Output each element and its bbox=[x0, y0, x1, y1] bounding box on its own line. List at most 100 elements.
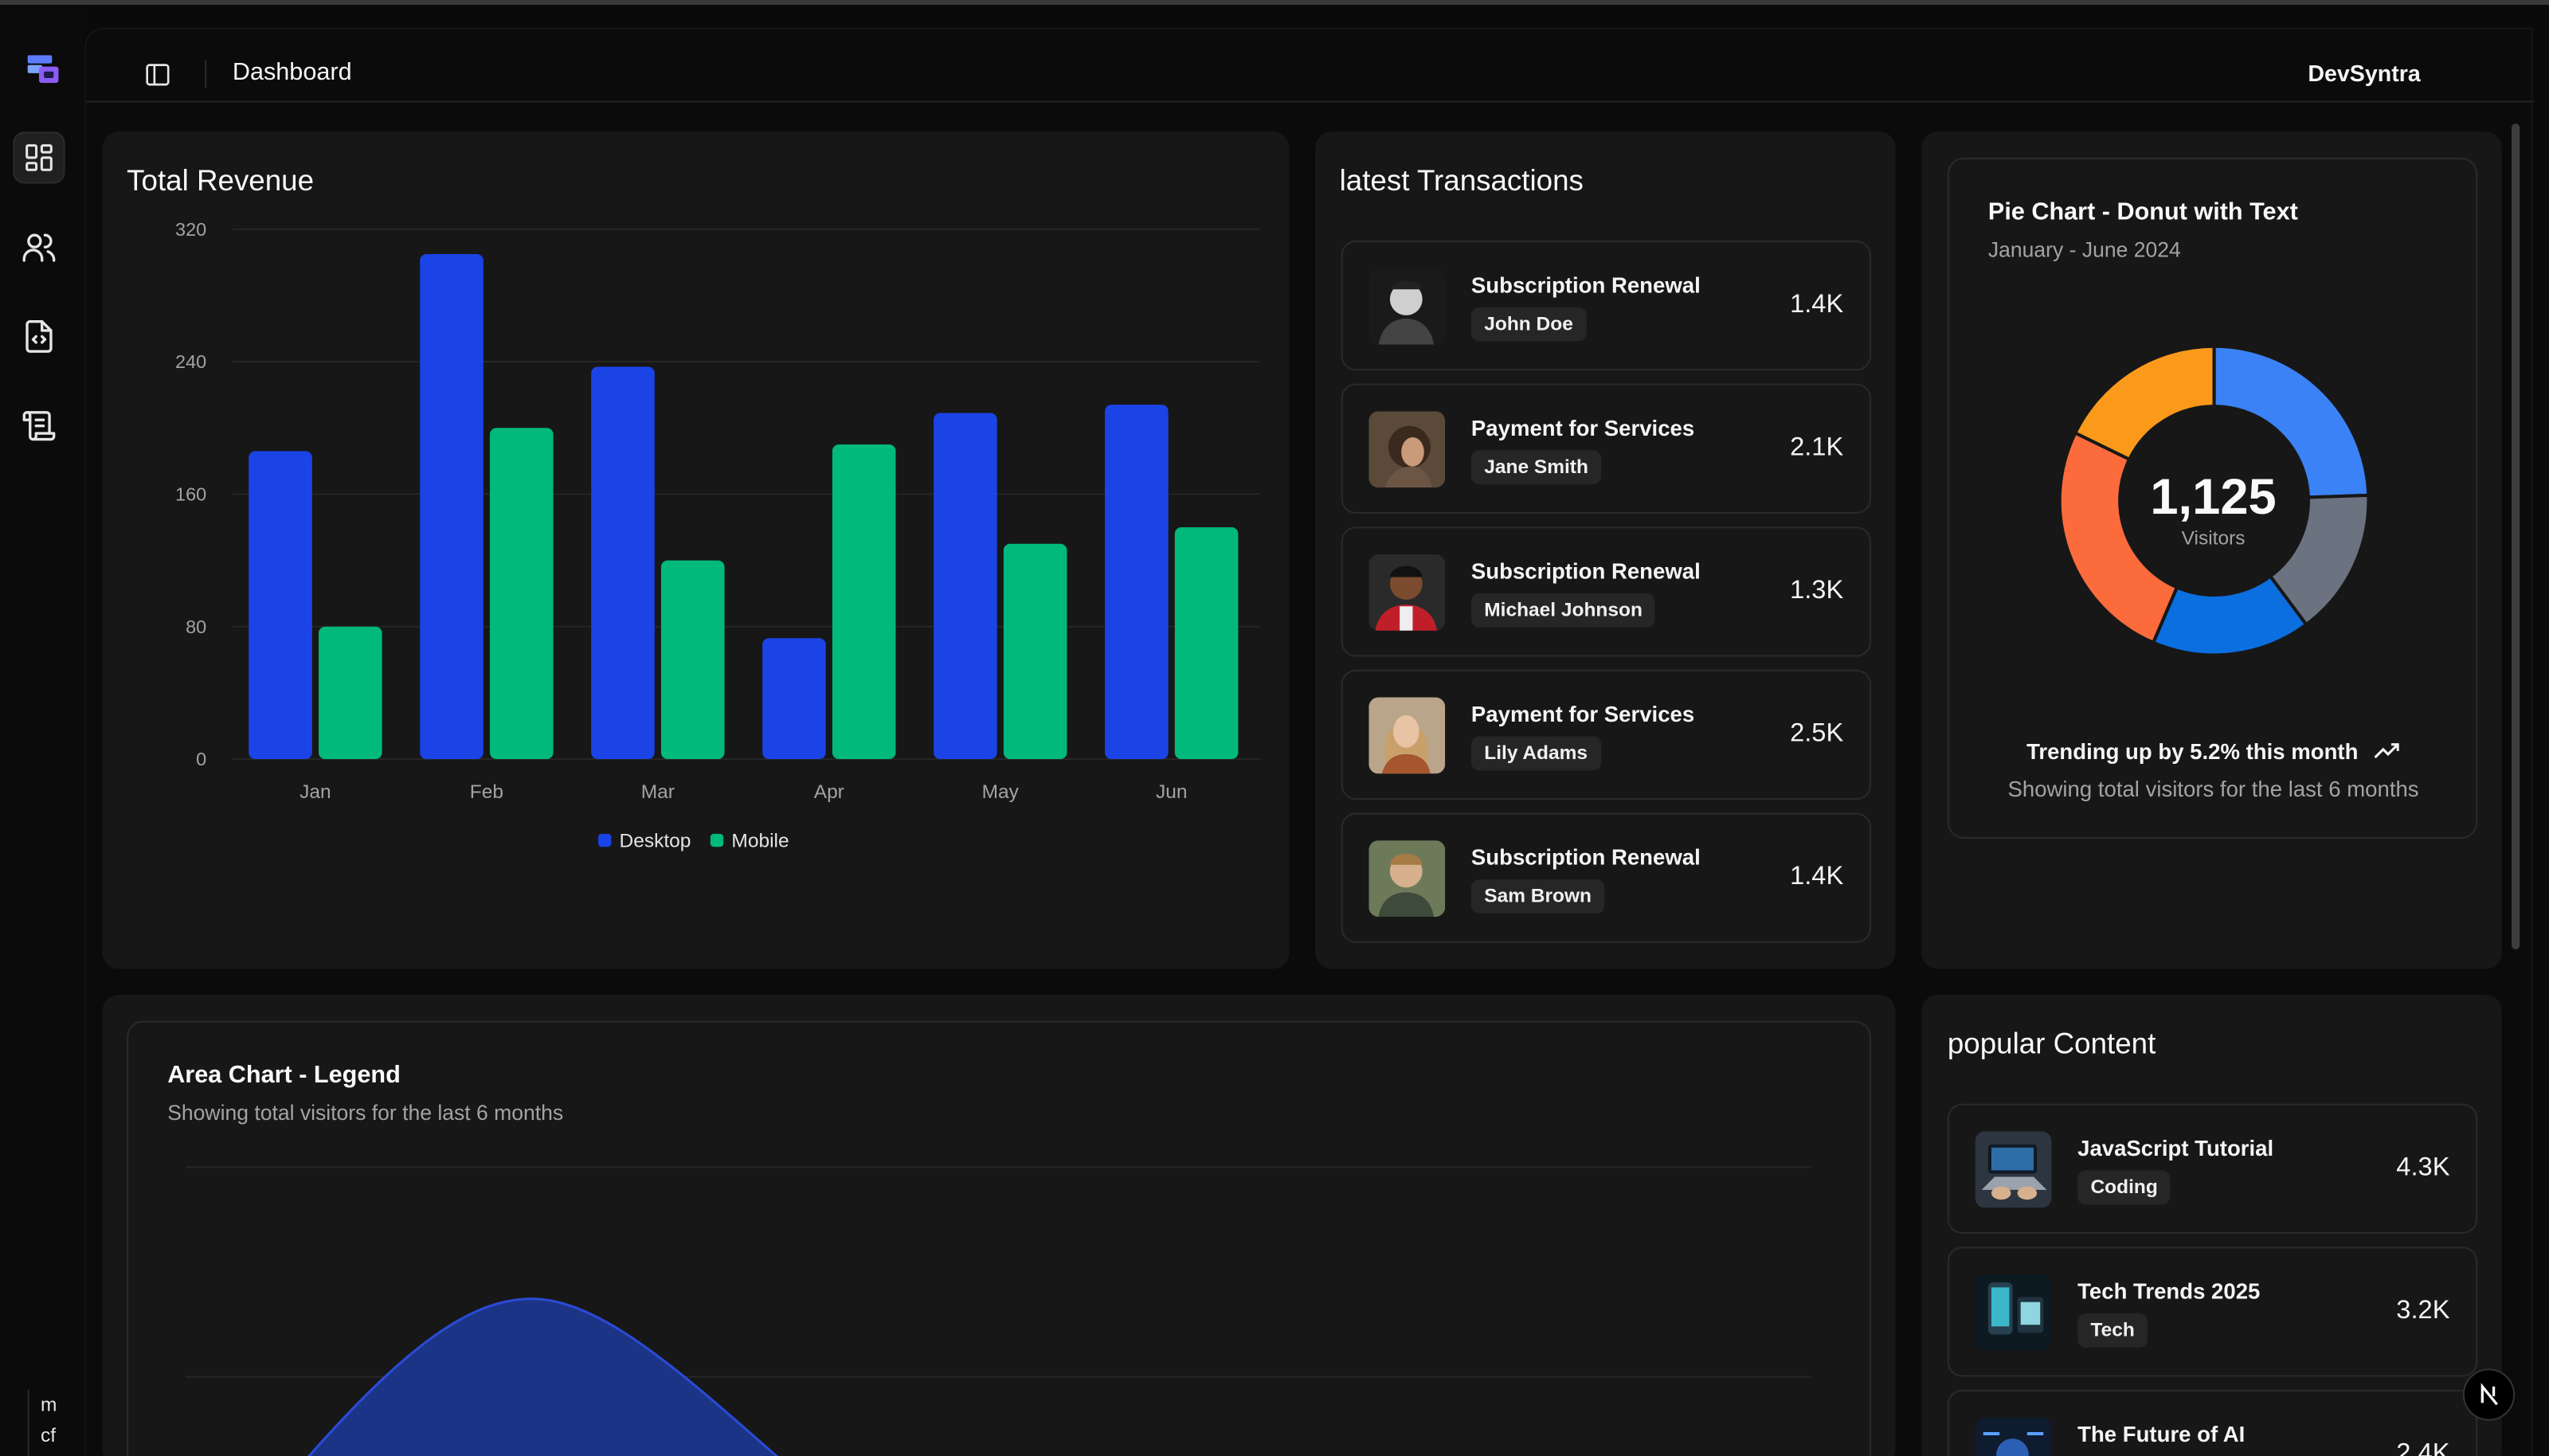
revenue-x-tick: Mar bbox=[641, 781, 675, 803]
content-thumbnail bbox=[1975, 1274, 2052, 1351]
content-views: 4.3K bbox=[2396, 1153, 2450, 1182]
area-card: Area Chart - Legend Showing total visito… bbox=[102, 994, 1896, 1456]
dashboard-icon bbox=[25, 144, 53, 171]
transaction-title: Subscription Renewal bbox=[1470, 559, 1701, 584]
content-row[interactable]: JavaScript Tutorial Coding 4.3K bbox=[1947, 1103, 2478, 1234]
transaction-name-badge: Jane Smith bbox=[1470, 450, 1602, 485]
sidebar: m cf bbox=[0, 5, 85, 1456]
app-logo-icon bbox=[27, 55, 59, 84]
pie-footer: Showing total visitors for the last 6 mo… bbox=[2007, 777, 2419, 802]
revenue-y-tick: 80 bbox=[186, 616, 206, 637]
revenue-bar-mobile bbox=[832, 444, 896, 760]
revenue-y-tick: 0 bbox=[196, 749, 206, 769]
content-thumbnail bbox=[1975, 1417, 2052, 1456]
user-text-2: cf bbox=[41, 1423, 57, 1447]
user-profile[interactable]: m cf bbox=[27, 1389, 76, 1456]
brand-name: DevSyntra bbox=[2308, 60, 2421, 87]
page-scrollbar[interactable] bbox=[2512, 123, 2520, 949]
transaction-name-badge: Lily Adams bbox=[1470, 736, 1601, 771]
revenue-bar-desktop bbox=[762, 638, 826, 760]
revenue-y-tick: 320 bbox=[175, 219, 206, 240]
transactions-card: latest Transactions Subscription Renewal… bbox=[1315, 131, 1896, 969]
transaction-row[interactable]: Subscription Renewal Sam Brown 1.4K bbox=[1341, 812, 1871, 943]
transaction-amount: 2.5K bbox=[1790, 720, 1844, 748]
sidebar-item-files[interactable] bbox=[13, 311, 65, 362]
scroll-text-icon bbox=[22, 411, 56, 441]
avatar bbox=[1368, 697, 1446, 774]
pie-inner-card: Pie Chart - Donut with Text January - Ju… bbox=[1947, 157, 2478, 840]
revenue-bar-desktop bbox=[934, 413, 997, 760]
sidebar-item-users[interactable] bbox=[13, 221, 65, 273]
content-row[interactable]: Tech Trends 2025 Tech 3.2K bbox=[1947, 1247, 2478, 1377]
revenue-bar-mobile bbox=[489, 428, 554, 760]
legend-desktop-swatch bbox=[598, 833, 612, 847]
area-inner-card: Area Chart - Legend Showing total visito… bbox=[127, 1020, 1871, 1456]
transactions-title: latest Transactions bbox=[1339, 164, 1584, 197]
trending-up-icon bbox=[2375, 743, 2400, 759]
legend-mobile-swatch bbox=[710, 833, 724, 847]
revenue-bar-mobile bbox=[1003, 543, 1067, 760]
legend-mobile: Mobile bbox=[710, 828, 789, 852]
transaction-amount: 1.4K bbox=[1790, 291, 1844, 319]
transaction-title: Subscription Renewal bbox=[1470, 272, 1701, 298]
transaction-row[interactable]: Subscription Renewal Michael Johnson 1.3… bbox=[1341, 526, 1871, 657]
donut-center-value: 1,125 bbox=[2150, 468, 2277, 526]
popular-card: popular Content JavaScript Tutorial Codi… bbox=[1921, 994, 2502, 1456]
avatar bbox=[1368, 840, 1446, 918]
revenue-card: Total Revenue 320 240 160 80 0 Jan Feb Mar Apr Ma… bbox=[102, 131, 1290, 969]
revenue-bar-desktop bbox=[249, 451, 312, 760]
content-thumbnail bbox=[1975, 1131, 2052, 1208]
content-title: Tech Trends 2025 bbox=[2077, 1279, 2261, 1304]
donut-center-label: Visitors bbox=[2181, 526, 2246, 550]
sidebar-toggle-icon[interactable] bbox=[145, 62, 171, 88]
pie-subtitle: January - June 2024 bbox=[1987, 237, 2181, 262]
legend-desktop: Desktop bbox=[598, 829, 691, 851]
file-code-icon bbox=[25, 320, 53, 353]
transaction-amount: 1.4K bbox=[1790, 863, 1844, 891]
content-title: JavaScript Tutorial bbox=[2077, 1136, 2274, 1161]
transaction-row[interactable]: Subscription Renewal John Doe 1.4K bbox=[1341, 241, 1871, 371]
transaction-title: Payment for Services bbox=[1470, 702, 1695, 727]
transaction-title: Subscription Renewal bbox=[1470, 845, 1701, 870]
revenue-legend: Desktop Mobile bbox=[598, 828, 789, 852]
transaction-row[interactable]: Payment for Services Jane Smith 2.1K bbox=[1341, 383, 1871, 514]
transaction-amount: 1.3K bbox=[1790, 577, 1844, 605]
nextjs-logo-icon bbox=[2480, 1383, 2498, 1406]
avatar bbox=[1368, 268, 1446, 345]
revenue-x-tick: Jun bbox=[1156, 781, 1187, 803]
content-views: 2.4K bbox=[2396, 1440, 2450, 1456]
revenue-x-tick: May bbox=[982, 781, 1020, 803]
nextjs-dev-button[interactable] bbox=[2462, 1368, 2516, 1421]
revenue-bar-mobile bbox=[318, 626, 382, 760]
transaction-title: Payment for Services bbox=[1470, 416, 1695, 441]
window-top-strip bbox=[0, 0, 2549, 6]
users-icon bbox=[22, 233, 56, 262]
sidebar-item-dashboard[interactable] bbox=[13, 131, 65, 184]
transaction-name-badge: John Doe bbox=[1470, 307, 1587, 342]
transaction-amount: 2.1K bbox=[1790, 433, 1844, 462]
user-text-1: m bbox=[41, 1392, 57, 1416]
donut-slice bbox=[2073, 344, 2216, 462]
content-row[interactable]: The Future of AI 2.4K bbox=[1947, 1389, 2478, 1456]
sidebar-item-docs[interactable] bbox=[13, 400, 65, 452]
content-tag: Coding bbox=[2077, 1170, 2171, 1205]
transaction-row[interactable]: Payment for Services Lily Adams 2.5K bbox=[1341, 669, 1871, 800]
transaction-name-badge: Michael Johnson bbox=[1470, 593, 1656, 628]
page-title: Dashboard bbox=[232, 58, 352, 87]
revenue-bar-desktop bbox=[420, 253, 484, 760]
popular-title: popular Content bbox=[1947, 1027, 2156, 1060]
avatar bbox=[1368, 554, 1446, 631]
pie-card: Pie Chart - Donut with Text January - Ju… bbox=[1921, 131, 2502, 969]
transaction-name-badge: Sam Brown bbox=[1470, 879, 1605, 914]
avatar bbox=[1368, 411, 1446, 488]
header-divider bbox=[205, 60, 207, 88]
revenue-bar-desktop bbox=[591, 366, 655, 760]
revenue-x-tick: Jan bbox=[300, 781, 331, 803]
revenue-x-tick: Apr bbox=[814, 781, 844, 803]
revenue-bar-desktop bbox=[1105, 405, 1169, 760]
revenue-y-tick: 240 bbox=[175, 351, 206, 372]
pie-trend: Trending up by 5.2% this month bbox=[1949, 739, 2477, 765]
pie-trend-text: Trending up by 5.2% this month bbox=[2026, 739, 2359, 765]
legend-mobile-label: Mobile bbox=[731, 828, 789, 852]
area-chart bbox=[185, 1166, 1811, 1456]
